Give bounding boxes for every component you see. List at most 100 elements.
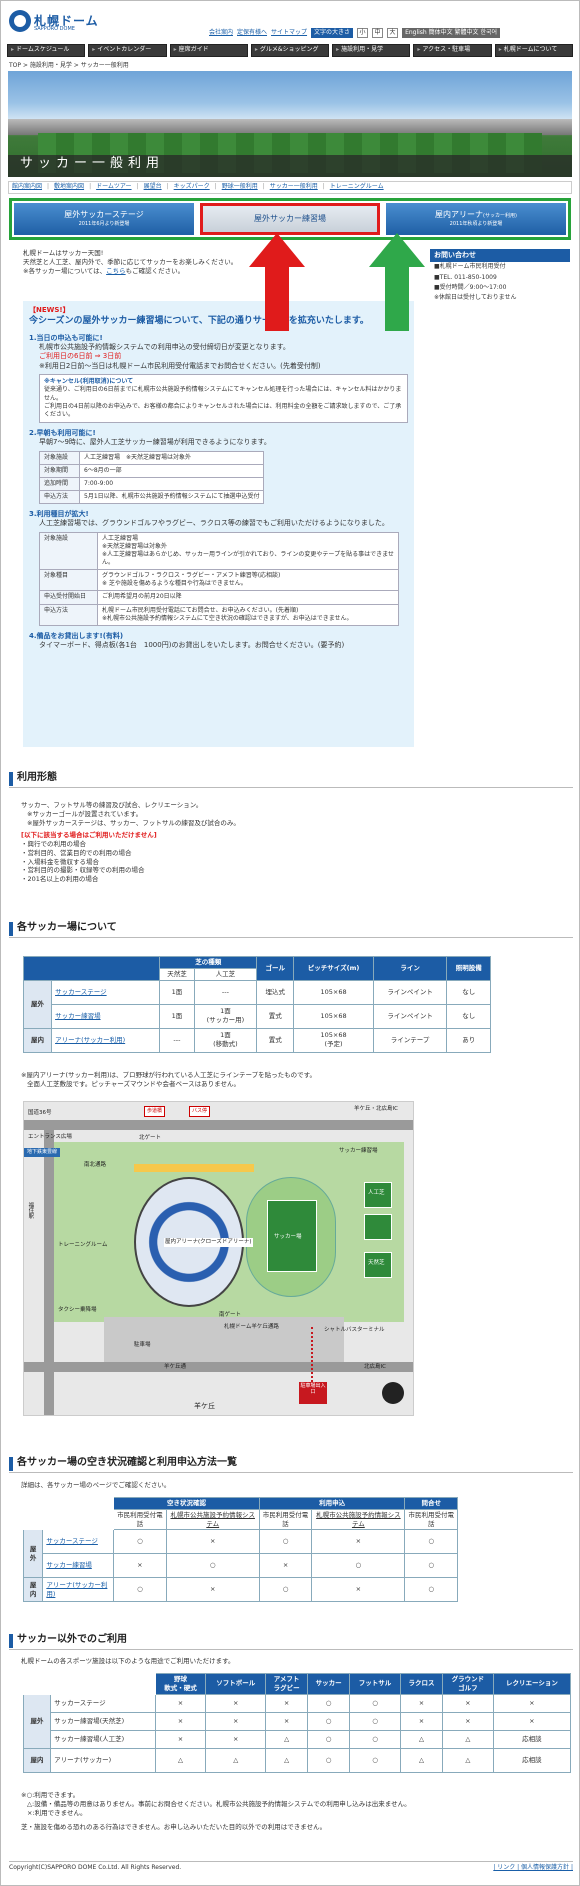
avail-link-stage[interactable]: サッカーステージ [46,1537,98,1545]
table-row: 対象種目 グラウンドゴルフ・ラクロス・ラグビー・アメフト練習等(応相談) ※ 芝や… [39,569,399,592]
field-link-arena[interactable]: アリーナ(サッカー利用) [55,1036,125,1044]
map-label: 羊ケ丘通 [164,1364,187,1370]
map-bridge-label: 歩道橋 [144,1106,166,1117]
cell: × [265,1693,309,1713]
intro-here-link[interactable]: こちら [106,267,126,275]
cell: アリーナ(サッカー) [50,1747,156,1773]
gnav-about[interactable]: 札幌ドームについて [494,44,573,57]
site-map: 地下鉄東豊線 歩道橋 バス停 国道36号 エントランス広場 福住駅 北ゲート 南… [23,1101,414,1416]
cell: ○ [311,1553,406,1579]
map-label: シャトルバスターミナル [324,1327,385,1333]
col-header: 空き状況確認 [113,1497,260,1510]
gnav-facility[interactable]: 施設利用・見学 [332,44,411,57]
subnav-observatory[interactable]: 展望台 [144,183,162,191]
field-link-practice[interactable]: サッカー練習場 [55,1012,101,1020]
subnav-site-map[interactable]: 敷地案内図 [54,183,84,191]
cell: 5月1日以降、札幌市公共施設予約情報システムにて抽選申込受付 [78,489,265,505]
cell: グラウンドゴルフ・ラクロス・ラグビー・アメフト練習等(応相談) ※ 芝や施設を傷… [97,569,399,592]
gnav-seats[interactable]: 座席ガイド [169,44,248,57]
cell: ○ [404,1577,458,1603]
cell: ○ [258,1529,313,1555]
group-cell: 屋外 [22,1529,44,1579]
col-header: グラウンド ゴルフ [441,1673,494,1695]
col-header[interactable]: 札幌市公共施設予約情報システム [165,1508,260,1531]
cell: 応相談 [492,1729,572,1749]
language-links[interactable]: English 簡体中文 繁體中文 한국어 [402,28,501,39]
usage-l2: ※サッカーゴールが設置されています。 [27,809,143,818]
subnav-kidspark[interactable]: キッズパーク [174,183,210,191]
usage-restriction: [以下に該当する場合はご利用いただけません] [21,831,157,840]
cell [22,1496,115,1531]
table-row: 芝の種類 ゴール ピッチサイズ(m) ライン 照明設備 [22,956,491,981]
text-size-mid-button[interactable]: 中 [372,28,384,39]
tab-outdoor-stage-label: 屋外サッカーステージ [64,210,144,220]
cell [22,956,161,981]
tab-outdoor-stage[interactable]: 屋外サッカーステージ 2011年6月より新登場 [14,203,194,235]
intro-l3a: ※各サッカー場については、 [23,266,107,275]
cell: △ [441,1729,494,1749]
text-size-large-button[interactable]: 大 [387,28,399,39]
col-header: 利用申込 [258,1497,406,1510]
gnav-access[interactable]: アクセス・駐車場 [413,44,492,57]
parking-route [311,1327,313,1382]
group-cell: 屋外 [22,979,53,1029]
util-company[interactable]: 会社案内 [209,29,233,37]
table-row: 屋内 アリーナ(サッカー) △ △ △ ○ ○ △ △ 応相談 [22,1747,572,1773]
availability-table: 空き状況確認 利用申込 問合せ 市民利用受付電話 札幌市公共施設予約情報システム 市民利… [22,1496,458,1603]
cell: なし [446,1003,491,1029]
col-header[interactable]: 札幌市公共施設予約情報システム [311,1508,406,1531]
col-header: 市民利用受付電話 [258,1508,313,1531]
news-h4: 4.備品をお貸出します!(有料) [29,631,124,640]
logo[interactable]: 札幌ドーム SAPPORO DOME [9,10,99,32]
subnav-floor-map[interactable]: 館内案内図 [12,183,42,191]
text-size-small-button[interactable]: 小 [357,28,369,39]
other-note: ×:利用できません。 [27,1808,87,1817]
util-sitemap[interactable]: サイトマップ [271,29,307,37]
avail-link-arena[interactable]: アリーナ(サッカー利用) [46,1581,107,1598]
hero-title: サッカー一般利用 [20,156,165,172]
tab-outdoor-practice[interactable]: 屋外サッカー練習場 [200,203,380,235]
subnav-soccer[interactable]: サッカー一般利用 [270,183,318,191]
cell: ○ [113,1529,167,1555]
subnav-baseball[interactable]: 野球一般利用 [222,183,258,191]
gnav-gourmet[interactable]: グルメ&ショッピング [250,44,330,57]
page: 札幌ドーム SAPPORO DOME 会社案内 定保有様へ サイトマップ 文字の… [0,0,580,1886]
cell: 応相談 [492,1747,572,1773]
section-fields-title: 各サッカー場について [9,921,573,938]
cell: × [205,1711,267,1731]
map-label: サッカー練習場 [339,1148,378,1154]
table-row: 対象期間 6～8月の一部 [39,463,265,478]
cell: 対象施設 [39,531,98,571]
util-holders[interactable]: 定保有様へ [237,29,267,37]
contact-box: お問い合わせ ■札幌ドーム市民利用受付 ■TEL. 011-850-1009 ■… [430,249,570,303]
cell: △ [441,1747,494,1773]
other-lead: 札幌ドームの各スポーツ施設は以下のような用途でご利用いただけます。 [21,1657,235,1665]
table-row: 申込方法 札幌ドーム市民利用受付電話にてお問合せ、お申込みください。(先着順) ※… [39,603,399,626]
cell: サッカーステージ [50,1693,156,1713]
tab-arena-small: (サッカー利用) [483,213,517,220]
gnav-schedule[interactable]: ドームスケジュール [7,44,86,57]
cell: ○ [349,1693,401,1713]
sub-nav: 館内案内図 | 敷地案内図 | ドームツアー | 展望台 | キッズパーク | 野球一般利… [8,181,572,194]
gnav-calendar[interactable]: イベントカレンダー [88,44,167,57]
table-row: 申込受付開始日 ご利用希望月の前月20日以降 [39,590,399,605]
cell: 1面 (サッカー用) [193,1003,258,1029]
footer-links[interactable]: | リンク | 個人情報保護方針 | [493,1864,573,1872]
tab-indoor-arena[interactable]: 屋内アリーナ(サッカー利用) 2011年秋頃より新登場 [386,203,566,235]
subnav-training[interactable]: トレーニングルーム [330,183,384,191]
footer: Copyright(C)SAPPORO DOME Co.Ltd. All Rig… [9,1861,573,1872]
avail-link-practice[interactable]: サッカー練習場 [46,1561,92,1569]
map-label: 福住駅 [27,1202,34,1219]
cell: × [311,1529,406,1555]
cell: ラインペイント [372,979,448,1005]
subnav-tour[interactable]: ドームツアー [96,183,131,191]
global-nav: ドームスケジュール イベントカレンダー 座席ガイド グルメ&ショッピング 施設利… [1,41,579,60]
other-note: 芝・施設を傷める恐れのある行為はできません。お申し込みいただいた目的以外での利用… [21,1823,327,1832]
yellow-zone [134,1164,254,1172]
table-row: 屋外 サッカーステージ 1面 --- 埋込式 105×68 ラインペイント なし [22,979,491,1029]
cell: 札幌ドーム市民利用受付電話にてお問合せ、お申込みください。(先着順) ※札幌市公… [97,603,399,626]
tab-outdoor-stage-sub: 2011年6月より新登場 [78,221,130,228]
col-header: レクリエーション [492,1673,572,1695]
field-link-stage[interactable]: サッカーステージ [55,988,107,996]
news-p4: タイマーボード、得点板(各1台 1000円)のお貸出しをいたします。お問合せくだ… [39,641,345,650]
